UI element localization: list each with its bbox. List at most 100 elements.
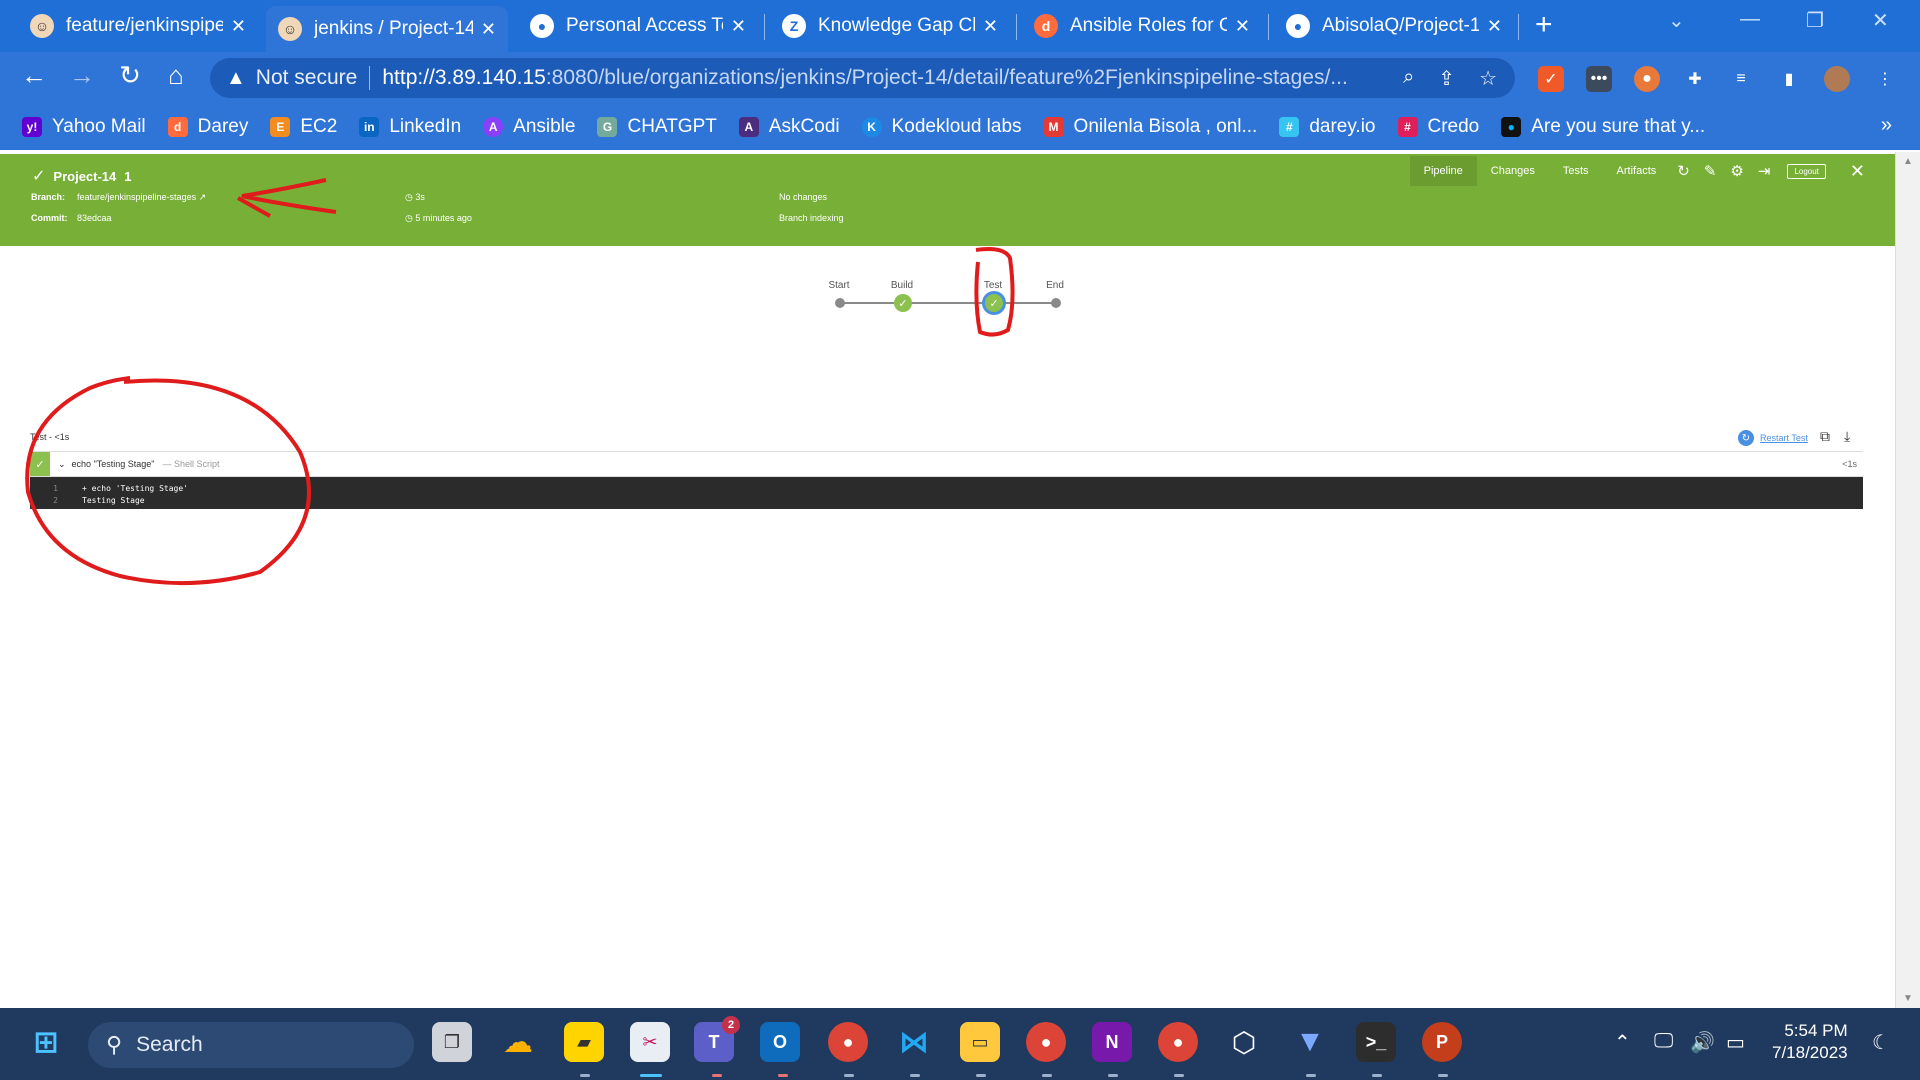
restore-icon[interactable]: ❐ xyxy=(1806,8,1824,33)
url-text[interactable]: http://3.89.140.15:8080/blue/organizatio… xyxy=(382,66,1347,90)
chevron-down-icon[interactable]: ⌄ xyxy=(58,459,66,470)
close-icon[interactable]: ✕ xyxy=(1479,16,1502,37)
more-bookmarks-icon[interactable]: » xyxy=(1881,114,1892,137)
bookmark-askcodi[interactable]: A AskCodi xyxy=(738,116,840,138)
stage-node-test[interactable]: ✓ xyxy=(985,294,1003,312)
bookmark-are-you-sure[interactable]: ● Are you sure that y... xyxy=(1501,116,1705,138)
step-row[interactable]: ✓ ⌄ echo "Testing Stage" — Shell Script … xyxy=(30,451,1863,477)
network-icon[interactable]: 🖵 xyxy=(1654,1030,1673,1053)
bookmarks-bar: y! Yahoo Mail d Darey E EC2 in LinkedIn A Ans… xyxy=(0,104,1920,150)
bookmark-credo[interactable]: # Credo xyxy=(1397,116,1479,138)
teams-icon[interactable]: T2 xyxy=(694,1016,740,1062)
graph-connector xyxy=(840,302,1056,304)
bookmark-darey-io[interactable]: # darey.io xyxy=(1279,116,1376,138)
sticky-notes-icon[interactable]: ▰ xyxy=(564,1022,604,1062)
bookmark-yahoo-mail[interactable]: y! Yahoo Mail xyxy=(22,116,146,138)
zoom-icon[interactable]: ⌕ xyxy=(1403,66,1414,91)
tab-personal-access-token[interactable]: ● Personal Access Tok ✕ xyxy=(518,6,758,46)
puzzle-extensions-icon[interactable]: ✚ xyxy=(1682,66,1708,92)
onenote-icon[interactable]: N xyxy=(1092,1022,1132,1062)
tab-jenkins-project-14[interactable]: ☺ jenkins / Project-14 ✕ xyxy=(266,6,508,52)
windows-start-icon[interactable]: ⊞ xyxy=(26,1022,66,1062)
console-output: 1 + echo 'Testing Stage' 2 Testing Stage xyxy=(30,477,1863,509)
stage-label-test[interactable]: Test xyxy=(984,280,1002,291)
task-view-icon[interactable]: ❐ xyxy=(432,1022,472,1062)
back-icon[interactable]: ← xyxy=(10,60,58,91)
security-label[interactable]: Not secure xyxy=(256,66,358,90)
circle-icon: ● xyxy=(1501,117,1522,137)
scroll-down-icon[interactable]: ▼ xyxy=(1903,993,1913,1004)
stage-node-build[interactable]: ✓ xyxy=(894,294,912,312)
side-panel-icon[interactable]: ▮ xyxy=(1776,66,1802,92)
chrome-profile-icon[interactable]: ● xyxy=(1026,1022,1066,1062)
tab-knowledge-gap[interactable]: Z Knowledge Gap Cla ✕ xyxy=(770,6,1010,46)
reload-icon[interactable]: ↻ xyxy=(106,60,154,91)
close-icon[interactable]: ✕ xyxy=(1227,16,1250,37)
log-actions: ⧉ ⤓ xyxy=(1820,428,1850,445)
stage-label-build[interactable]: Build xyxy=(891,280,913,291)
teams-badge: 2 xyxy=(722,1016,740,1034)
battery-icon[interactable]: ▭ xyxy=(1726,1030,1745,1055)
bookmark-ansible[interactable]: A Ansible xyxy=(483,116,575,138)
home-icon[interactable]: ⌂ xyxy=(152,60,200,91)
address-bar[interactable]: ▲ Not secure http://3.89.140.15:8080/blu… xyxy=(210,58,1515,98)
download-icon[interactable]: ⤓ xyxy=(1844,428,1850,445)
restart-stage-button[interactable]: ↻ Restart Test xyxy=(1738,430,1808,446)
bookmark-linkedin[interactable]: in LinkedIn xyxy=(359,116,461,138)
bookmark-kodekloud[interactable]: K Kodekloud labs xyxy=(861,116,1022,138)
jenkins-page: ✓ Project-14 1 Branch: feature/jenkinspip… xyxy=(0,152,1895,1008)
extension-icon[interactable]: ● xyxy=(1634,66,1660,92)
powerpoint-icon[interactable]: P xyxy=(1422,1022,1462,1062)
open-external-icon[interactable]: ⧉ xyxy=(1820,428,1830,445)
bookmark-ec2[interactable]: E EC2 xyxy=(270,116,337,138)
page-scrollbar[interactable]: ▲ ▼ xyxy=(1895,152,1920,1008)
windows-taskbar: ⊞ ⚲ Search ❐ ☁ ▰ ✂ T2 O ● ⋈ ▭ ● N ● ⬡ ▼ >… xyxy=(0,1008,1920,1080)
tab-title: jenkins / Project-14 xyxy=(314,18,473,39)
weather-icon[interactable]: ☁ xyxy=(498,1022,538,1062)
close-icon[interactable]: ✕ xyxy=(223,16,246,37)
slack-icon: # xyxy=(1279,117,1300,137)
scroll-up-icon[interactable]: ▲ xyxy=(1903,156,1913,167)
minimize-icon[interactable]: — xyxy=(1740,8,1760,31)
file-explorer-icon[interactable]: ▭ xyxy=(960,1022,1000,1062)
bookmark-star-icon[interactable]: ☆ xyxy=(1479,66,1497,91)
share-icon[interactable]: ⇪ xyxy=(1438,66,1455,91)
volume-icon[interactable]: 🔊 xyxy=(1690,1030,1715,1055)
pipeline-graph: Start Build ✓ Test ✓ End xyxy=(0,152,1895,352)
close-icon[interactable]: ✕ xyxy=(975,16,998,37)
tab-search-icon[interactable]: ⌄ xyxy=(1668,8,1685,33)
box-app-icon[interactable]: ⬡ xyxy=(1224,1022,1264,1062)
bookmark-darey[interactable]: d Darey xyxy=(167,116,248,138)
tab-abisolaq-project[interactable]: ● AbisolaQ/Project-1 ✕ xyxy=(1274,6,1514,46)
taskbar-search[interactable]: ⚲ Search xyxy=(88,1022,414,1068)
outlook-icon[interactable]: O xyxy=(760,1022,800,1062)
clock[interactable]: 5:54 PM 7/18/2023 xyxy=(1772,1020,1848,1064)
bookmark-gmail[interactable]: M Onilenla Bisola , onl... xyxy=(1043,116,1257,138)
vpn-icon[interactable]: ▼ xyxy=(1290,1022,1330,1062)
new-tab-button[interactable]: + xyxy=(1535,10,1553,40)
vscode-icon[interactable]: ⋈ xyxy=(894,1022,934,1062)
todoist-extension-icon[interactable]: ✓ xyxy=(1538,66,1564,92)
close-icon[interactable]: ✕ xyxy=(723,16,746,37)
github-icon: ● xyxy=(1286,14,1310,38)
menu-icon[interactable]: ⋮ xyxy=(1872,66,1898,92)
tab-ansible-roles[interactable]: d Ansible Roles for Cl ✕ xyxy=(1022,6,1262,46)
media-queue-icon[interactable]: ≡ xyxy=(1728,66,1754,92)
forward-icon[interactable]: → xyxy=(58,60,106,91)
tab-feature-jenkinspipe[interactable]: ☺ feature/jenkinspipe ✕ xyxy=(18,6,258,46)
ec2-icon: E xyxy=(270,117,291,137)
snipping-tool-icon[interactable]: ✂ xyxy=(630,1022,670,1062)
chevron-up-icon[interactable]: ⌃ xyxy=(1614,1030,1631,1055)
terminal-icon[interactable]: >_ xyxy=(1356,1022,1396,1062)
close-icon[interactable]: ✕ xyxy=(473,19,496,40)
chrome-profile-2-icon[interactable]: ● xyxy=(1158,1022,1198,1062)
chrome-icon[interactable]: ● xyxy=(828,1022,868,1062)
stage-label-start: Start xyxy=(828,280,850,291)
chatgpt-icon: G xyxy=(597,117,618,137)
extension-dots-icon[interactable]: ••• xyxy=(1586,66,1612,92)
bookmark-chatgpt[interactable]: G CHATGPT xyxy=(597,116,717,138)
night-mode-icon[interactable]: ☾ xyxy=(1872,1030,1890,1055)
profile-avatar[interactable] xyxy=(1824,66,1850,92)
close-window-icon[interactable]: ✕ xyxy=(1872,8,1889,33)
tab-title: AbisolaQ/Project-1 xyxy=(1322,15,1479,36)
